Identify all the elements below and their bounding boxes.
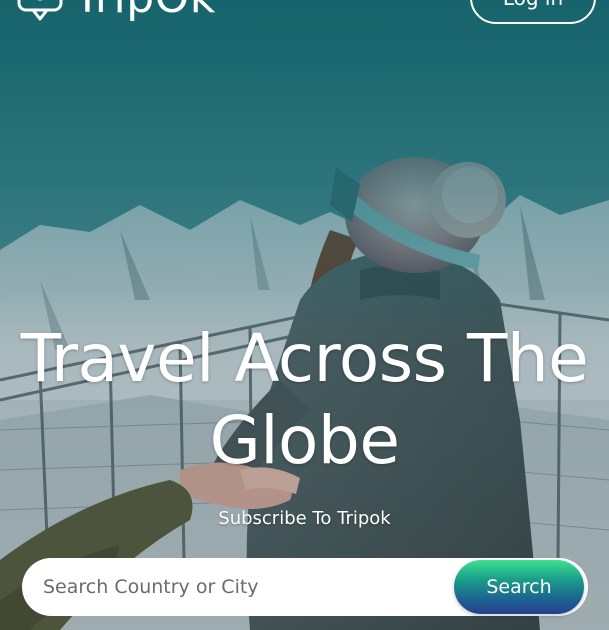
logo-text: TripOk (74, 0, 216, 22)
hero-color-overlay (0, 0, 609, 630)
hero-title: Travel Across The Globe (20, 320, 589, 479)
hero-section: TripOk Log in Travel Across The Globe Su… (0, 0, 609, 630)
search-bar: Search (22, 558, 588, 616)
logo[interactable]: TripOk (16, 0, 216, 22)
search-button[interactable]: Search (454, 560, 584, 614)
login-button[interactable]: Log in (470, 0, 596, 24)
search-input[interactable] (22, 558, 452, 616)
hero-subtitle: Subscribe To Tripok (218, 508, 391, 529)
chat-bubble-location-icon (17, 0, 63, 21)
